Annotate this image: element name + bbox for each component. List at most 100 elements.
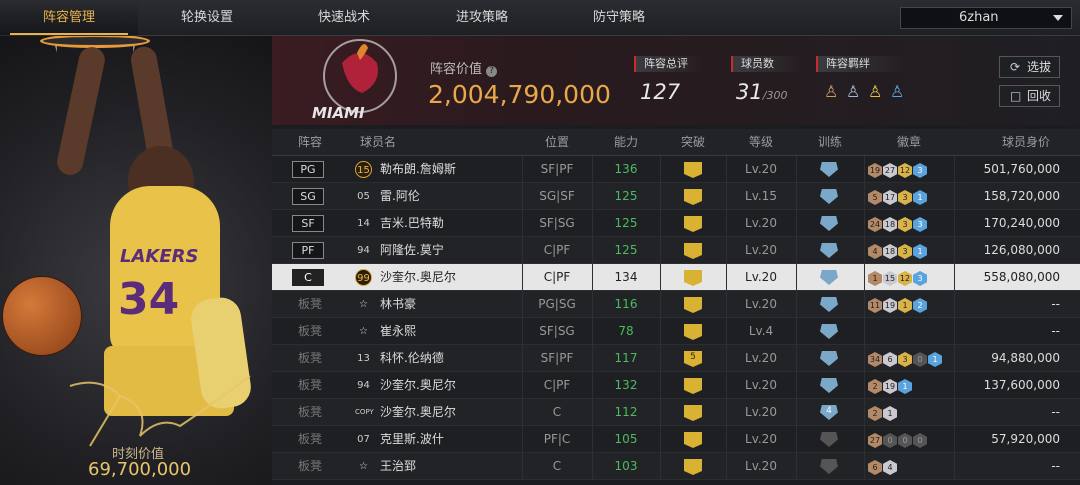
col-training[interactable]: 训练 bbox=[796, 129, 864, 156]
slot-position-box[interactable]: PG bbox=[292, 161, 324, 178]
col-level[interactable]: 等级 bbox=[726, 129, 796, 156]
break-crown-icon[interactable] bbox=[684, 243, 702, 259]
table-row[interactable]: 板凳 ☆ 王治郅 C 103 Lv.20 6 4 -- bbox=[272, 453, 1080, 480]
break-crown-icon[interactable] bbox=[684, 270, 702, 286]
player-price: 558,080,000 bbox=[983, 270, 1060, 284]
col-badges[interactable]: 徽章 bbox=[864, 129, 954, 156]
lineup-dropdown[interactable]: 6zhan bbox=[900, 7, 1072, 29]
slot-position-box[interactable]: PF bbox=[292, 242, 324, 259]
player-name[interactable]: 林书豪 bbox=[380, 291, 416, 318]
player-level: Lv.20 bbox=[745, 432, 777, 446]
slot-label: 板凳 bbox=[298, 432, 323, 446]
player-name[interactable]: 沙奎尔.奥尼尔 bbox=[380, 264, 456, 291]
training-icon[interactable] bbox=[820, 351, 838, 366]
slot-position-box[interactable]: C bbox=[292, 269, 324, 286]
table-row[interactable]: SG 05 雷.阿伦 SG|SF 125 Lv.15 5 17 3 1 158,720,000 bbox=[272, 183, 1080, 210]
recycle-button[interactable]: □ 回收 bbox=[999, 85, 1060, 107]
training-icon[interactable]: 4 bbox=[820, 405, 838, 420]
training-icon[interactable] bbox=[820, 243, 838, 258]
table-row[interactable]: 板凳 07 克里斯.波什 PF|C 105 Lv.20 27 0 0 0 57,920,000 bbox=[272, 426, 1080, 453]
bond-icon-4[interactable]: ♙ bbox=[890, 82, 904, 101]
col-break[interactable]: 突破 bbox=[660, 129, 726, 156]
badge-group[interactable]: 11 19 1 2 bbox=[868, 297, 928, 313]
badge-group[interactable]: 34 6 3 0 1 bbox=[868, 351, 943, 367]
badge-group[interactable]: 24 18 3 3 bbox=[868, 216, 928, 232]
player-position: C|PF bbox=[543, 378, 571, 392]
break-crown-icon[interactable] bbox=[684, 162, 702, 178]
break-crown-icon[interactable] bbox=[684, 324, 702, 340]
divider bbox=[796, 399, 797, 426]
table-row[interactable]: 板凳 COPY 沙奎尔.奥尼尔 C 112 Lv.20 4 2 1 -- bbox=[272, 399, 1080, 426]
training-icon[interactable] bbox=[820, 189, 838, 204]
player-name[interactable]: 沙奎尔.奥尼尔 bbox=[380, 372, 456, 399]
badge-group[interactable]: 2 19 1 bbox=[868, 378, 913, 394]
training-icon[interactable] bbox=[820, 432, 838, 447]
break-crown-icon[interactable] bbox=[684, 216, 702, 232]
tab-quick-tactics[interactable]: 快速战术 bbox=[275, 0, 413, 36]
recycle-icon: □ bbox=[1010, 89, 1022, 103]
badge-group[interactable]: 27 0 0 0 bbox=[868, 432, 928, 448]
player-name[interactable]: 雷.阿伦 bbox=[380, 183, 420, 210]
break-crown-icon[interactable] bbox=[684, 378, 702, 394]
badge-icon: 3 bbox=[913, 217, 927, 232]
player-name[interactable]: 科怀.伦纳德 bbox=[380, 345, 444, 372]
badge-group[interactable]: 5 17 3 1 bbox=[868, 189, 928, 205]
player-name[interactable]: 崔永熙 bbox=[380, 318, 416, 345]
player-position: PF|C bbox=[543, 432, 571, 446]
table-row[interactable]: 板凳 94 沙奎尔.奥尼尔 C|PF 132 Lv.20 2 19 1 137,600,000 bbox=[272, 372, 1080, 399]
training-icon[interactable] bbox=[820, 162, 838, 177]
training-icon[interactable] bbox=[820, 270, 838, 285]
divider bbox=[660, 318, 661, 345]
training-icon[interactable] bbox=[820, 459, 838, 474]
training-icon[interactable] bbox=[820, 297, 838, 312]
table-row[interactable]: 板凳 ☆ 林书豪 PG|SG 116 Lv.20 11 19 1 2 -- bbox=[272, 291, 1080, 318]
bond-icon-1[interactable]: ♙ bbox=[824, 82, 838, 101]
table-row[interactable]: SF 14 吉米.巴特勒 SF|SG 125 Lv.20 24 18 3 3 170,240,000 bbox=[272, 210, 1080, 237]
select-button[interactable]: ⟳ 选拔 bbox=[999, 56, 1060, 78]
col-name[interactable]: 球员名 bbox=[348, 129, 408, 156]
break-crown-icon[interactable] bbox=[684, 459, 702, 475]
slot-position-box[interactable]: SF bbox=[292, 215, 324, 232]
col-ability[interactable]: 能力 bbox=[592, 129, 660, 156]
table-row[interactable]: PF 94 阿隆佐.莫宁 C|PF 125 Lv.20 4 18 3 1 126,080,000 bbox=[272, 237, 1080, 264]
training-icon[interactable] bbox=[820, 378, 838, 393]
tab-defense-strategy[interactable]: 防守策略 bbox=[550, 0, 688, 36]
table-row[interactable]: PG 15 勒布朗.詹姆斯 SF|PF 136 Lv.20 19 27 12 3 501,760,0… bbox=[272, 156, 1080, 183]
training-icon[interactable] bbox=[820, 216, 838, 231]
player-name[interactable]: 吉米.巴特勒 bbox=[380, 210, 444, 237]
bond-icon-3[interactable]: ♙ bbox=[868, 82, 882, 101]
divider bbox=[660, 291, 661, 318]
break-crown-icon[interactable] bbox=[684, 405, 702, 421]
player-name[interactable]: 沙奎尔.奥尼尔 bbox=[380, 399, 456, 426]
badge-group[interactable]: 4 18 3 1 bbox=[868, 243, 928, 259]
badge-icon: 3 bbox=[913, 271, 927, 286]
player-name[interactable]: 克里斯.波什 bbox=[380, 426, 444, 453]
tab-rotation-settings[interactable]: 轮换设置 bbox=[138, 0, 276, 36]
badge-group[interactable]: 1 15 12 3 bbox=[868, 270, 928, 286]
table-row[interactable]: 板凳 13 科怀.伦纳德 SF|PF 117 5 Lv.20 34 6 3 0 1 94,880,000 bbox=[272, 345, 1080, 372]
featured-player-card[interactable]: LAKERS 34 时刻价值 69,700,000 bbox=[0, 36, 272, 485]
help-icon[interactable]: ? bbox=[486, 66, 498, 77]
player-name[interactable]: 阿隆佐.莫宁 bbox=[380, 237, 444, 264]
divider bbox=[660, 453, 661, 480]
col-lineup[interactable]: 阵容 bbox=[272, 129, 348, 156]
badge-icon: 3 bbox=[898, 190, 912, 205]
training-icon[interactable] bbox=[820, 324, 838, 339]
player-name[interactable]: 勒布朗.詹姆斯 bbox=[380, 156, 456, 183]
badge-group[interactable]: 19 27 12 3 bbox=[868, 162, 928, 178]
break-crown-icon[interactable] bbox=[684, 297, 702, 313]
col-price[interactable]: 球员身价 bbox=[972, 129, 1080, 156]
break-crown-icon[interactable] bbox=[684, 189, 702, 205]
slot-position-box[interactable]: SG bbox=[292, 188, 324, 205]
break-crown-icon[interactable]: 5 bbox=[684, 351, 702, 367]
tab-lineup-management[interactable]: 阵容管理 bbox=[0, 0, 138, 36]
bond-icon-2[interactable]: ♙ bbox=[846, 82, 860, 101]
col-position[interactable]: 位置 bbox=[522, 129, 592, 156]
break-crown-icon[interactable] bbox=[684, 432, 702, 448]
badge-group[interactable]: 64 bbox=[868, 459, 898, 475]
table-row[interactable]: 板凳 ☆ 崔永熙 SF|SG 78 Lv.4 -- bbox=[272, 318, 1080, 345]
player-name[interactable]: 王治郅 bbox=[380, 453, 416, 480]
tab-offense-strategy[interactable]: 进攻策略 bbox=[413, 0, 551, 36]
badge-group[interactable]: 21 bbox=[868, 405, 898, 421]
table-row[interactable]: C 99 沙奎尔.奥尼尔 C|PF 134 Lv.20 1 15 12 3 558,080,000 bbox=[272, 264, 1080, 291]
